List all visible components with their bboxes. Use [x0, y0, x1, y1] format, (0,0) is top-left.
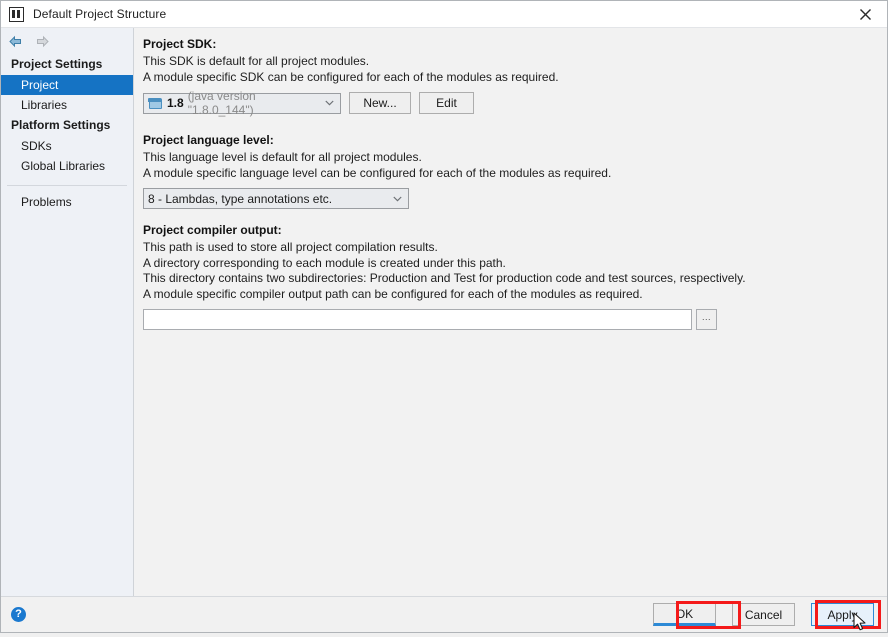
- compiler-output-title: Project compiler output:: [143, 223, 282, 237]
- dialog-footer: ? OK Cancel Apply: [1, 596, 887, 632]
- dialog-window: Default Project Structure Project Settin…: [0, 0, 888, 633]
- dialog-action-buttons: OK Cancel Apply: [653, 603, 874, 626]
- project-sdk-title: Project SDK:: [143, 37, 217, 51]
- window-title: Default Project Structure: [33, 7, 167, 21]
- chevron-down-icon: [317, 100, 337, 106]
- language-level-title: Project language level:: [143, 133, 274, 147]
- sidebar-divider: [7, 185, 127, 186]
- sidebar-item-libraries[interactable]: Libraries: [1, 95, 133, 115]
- compiler-output-desc-line-1: This path is used to store all project c…: [143, 240, 438, 254]
- new-sdk-button[interactable]: New...: [349, 92, 411, 114]
- project-sdk-section: Project SDK: This SDK is default for all…: [143, 37, 887, 117]
- sidebar-group-project-settings: Project Settings: [11, 57, 103, 71]
- dialog-body: Project Settings Project Libraries Platf…: [1, 28, 887, 596]
- intellij-idea-icon: [9, 6, 24, 22]
- edit-sdk-button[interactable]: Edit: [419, 92, 474, 114]
- project-sdk-dropdown[interactable]: 1.8 (java version "1.8.0_144"): [143, 89, 341, 117]
- project-sdk-detail: (java version "1.8.0_144"): [187, 89, 256, 117]
- close-icon[interactable]: [843, 1, 887, 28]
- language-level-value: 8 - Lambdas, type annotations etc.: [148, 191, 333, 206]
- project-language-level-section: Project language level: This language le…: [143, 133, 887, 209]
- settings-content-panel: Project SDK: This SDK is default for all…: [134, 28, 887, 596]
- project-sdk-version: 1.8: [167, 96, 184, 110]
- compiler-output-controls: ...: [143, 309, 887, 330]
- browse-folder-button[interactable]: ...: [696, 309, 717, 330]
- apply-button[interactable]: Apply: [811, 603, 874, 626]
- project-sdk-desc-line-2: A module specific SDK can be configured …: [143, 69, 559, 84]
- language-level-controls: 8 - Lambdas, type annotations etc.: [143, 188, 887, 209]
- sidebar-navigation: [1, 28, 133, 54]
- sidebar-group-platform-settings: Platform Settings: [11, 118, 111, 132]
- sdk-folder-icon: [148, 97, 163, 110]
- settings-sidebar: Project Settings Project Libraries Platf…: [1, 28, 134, 596]
- project-compiler-output-section: Project compiler output: This path is us…: [143, 223, 887, 330]
- compiler-output-desc-line-2: A directory corresponding to each module…: [143, 255, 506, 270]
- language-level-desc-line-1: This language level is default for all p…: [143, 150, 422, 164]
- sidebar-item-global-libraries[interactable]: Global Libraries: [1, 156, 133, 176]
- project-sdk-controls: 1.8 (java version "1.8.0_144") New... Ed…: [143, 89, 887, 117]
- project-sdk-desc-line-1: This SDK is default for all project modu…: [143, 54, 370, 68]
- ok-button[interactable]: OK: [653, 603, 716, 626]
- arrow-right-icon: [34, 34, 51, 49]
- arrow-left-icon[interactable]: [7, 34, 24, 49]
- language-level-desc-line-2: A module specific language level can be …: [143, 165, 612, 180]
- compiler-output-desc-line-4: A module specific compiler output path c…: [143, 286, 643, 301]
- sidebar-item-problems[interactable]: Problems: [1, 192, 133, 212]
- language-level-dropdown[interactable]: 8 - Lambdas, type annotations etc.: [143, 188, 409, 209]
- sidebar-item-sdks[interactable]: SDKs: [1, 136, 133, 156]
- compiler-output-input[interactable]: [143, 309, 692, 330]
- title-bar: Default Project Structure: [1, 1, 887, 28]
- help-icon[interactable]: ?: [11, 607, 26, 622]
- compiler-output-desc-line-3: This directory contains two subdirectori…: [143, 271, 746, 285]
- ellipsis-icon: ...: [701, 311, 711, 322]
- sidebar-item-project[interactable]: Project: [1, 75, 133, 95]
- chevron-down-icon: [385, 196, 405, 202]
- cancel-button[interactable]: Cancel: [732, 603, 795, 626]
